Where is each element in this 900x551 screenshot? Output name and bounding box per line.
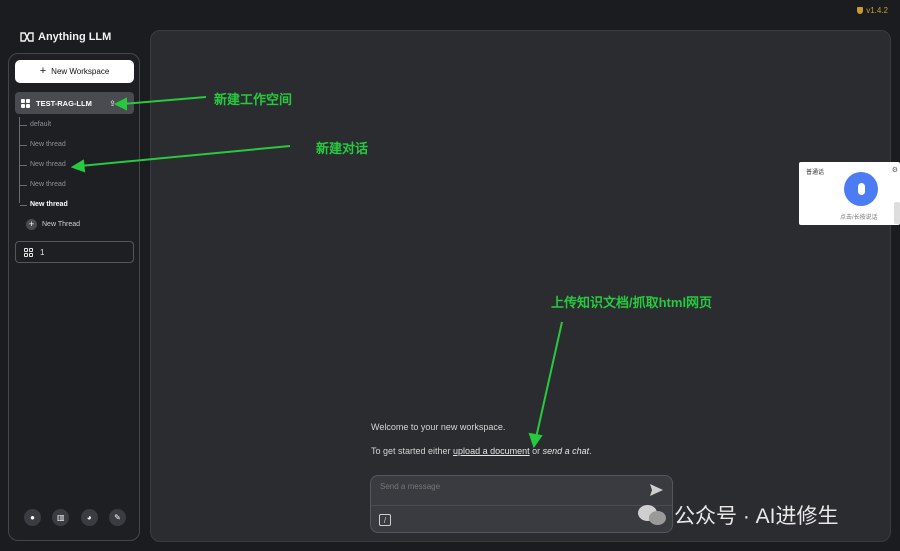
message-composer: / — [370, 475, 673, 533]
plus-icon: + — [26, 219, 37, 230]
new-workspace-button[interactable]: + New Workspace — [15, 60, 134, 83]
period: . — [589, 446, 592, 456]
shield-icon — [857, 7, 864, 14]
thread-item[interactable]: New thread — [20, 161, 66, 168]
or-text: or — [529, 446, 543, 456]
thread-tree-line — [19, 117, 20, 203]
workspace-item-active[interactable]: TEST-RAG-LLM ⇪ ⚙ — [15, 92, 134, 114]
version-badge: v1.4.2 — [857, 6, 888, 15]
upload-document-link[interactable]: upload a document — [453, 446, 530, 456]
new-thread-button[interactable]: + New Thread — [26, 219, 80, 230]
slash-command-icon[interactable]: / — [379, 514, 391, 526]
annotation-new-dialog: 新建对话 — [316, 141, 369, 156]
discord-icon[interactable]: ◕ — [80, 509, 98, 526]
widget-side-tab — [894, 202, 900, 224]
workspace-name: TEST-RAG-LLM — [36, 98, 92, 108]
welcome-text: Welcome to your new workspace. — [371, 422, 506, 432]
send-chat-link[interactable]: send a chat — [543, 446, 590, 456]
voice-language-label[interactable]: 普通话 — [806, 167, 824, 176]
thread-item[interactable]: default — [19, 121, 51, 128]
thread-item[interactable]: New thread — [20, 141, 66, 148]
get-started-prefix: To get started either — [371, 446, 454, 456]
workspace-name: 1 — [40, 247, 45, 257]
sidebar: + New Workspace TEST-RAG-LLM ⇪ ⚙ default… — [8, 53, 140, 541]
voice-hint: 点击/长按说话 — [840, 215, 878, 221]
app-name: Anything LLM — [38, 31, 112, 43]
logo-icon — [20, 32, 34, 42]
github-icon[interactable]: ● — [24, 509, 41, 526]
microphone-button[interactable] — [844, 172, 878, 206]
composer-divider — [371, 505, 672, 506]
watermark: 公众号 · AI进修生 — [638, 500, 839, 530]
footer-icons: ● ▥ ◕ ✎ — [24, 509, 126, 526]
book-icon[interactable]: ▥ — [52, 509, 70, 526]
gear-icon[interactable]: ⚙ — [892, 166, 898, 174]
wrench-icon[interactable]: ✎ — [108, 509, 126, 526]
workspace-item[interactable]: 1 — [15, 241, 134, 263]
upload-icon[interactable]: ⇪ — [109, 99, 116, 108]
new-workspace-label: New Workspace — [51, 67, 110, 76]
new-thread-label: New Thread — [42, 221, 81, 228]
annotation-upload: 上传知识文档/抓取html网页 — [551, 295, 713, 310]
version-text: v1.4.2 — [866, 6, 888, 15]
app-logo: Anything LLM — [20, 31, 111, 43]
send-icon[interactable] — [650, 484, 663, 496]
plus-icon: + — [39, 65, 47, 77]
thread-item[interactable]: New thread — [20, 181, 66, 188]
wechat-icon — [638, 503, 668, 527]
microphone-icon — [857, 183, 865, 195]
grid-icon — [24, 247, 33, 257]
message-input[interactable] — [380, 482, 630, 491]
watermark-text: 公众号 · AI进修生 — [674, 505, 839, 528]
gear-icon[interactable]: ⚙ — [121, 99, 128, 108]
grid-icon — [21, 98, 30, 108]
get-started-text: To get started either upload a document … — [371, 446, 592, 456]
voice-input-widget: 普通话 ⚙ 点击/长按说话 — [799, 162, 900, 225]
annotation-new-workspace: 新建工作空间 — [214, 92, 293, 107]
thread-item-active[interactable]: New thread — [20, 201, 68, 208]
